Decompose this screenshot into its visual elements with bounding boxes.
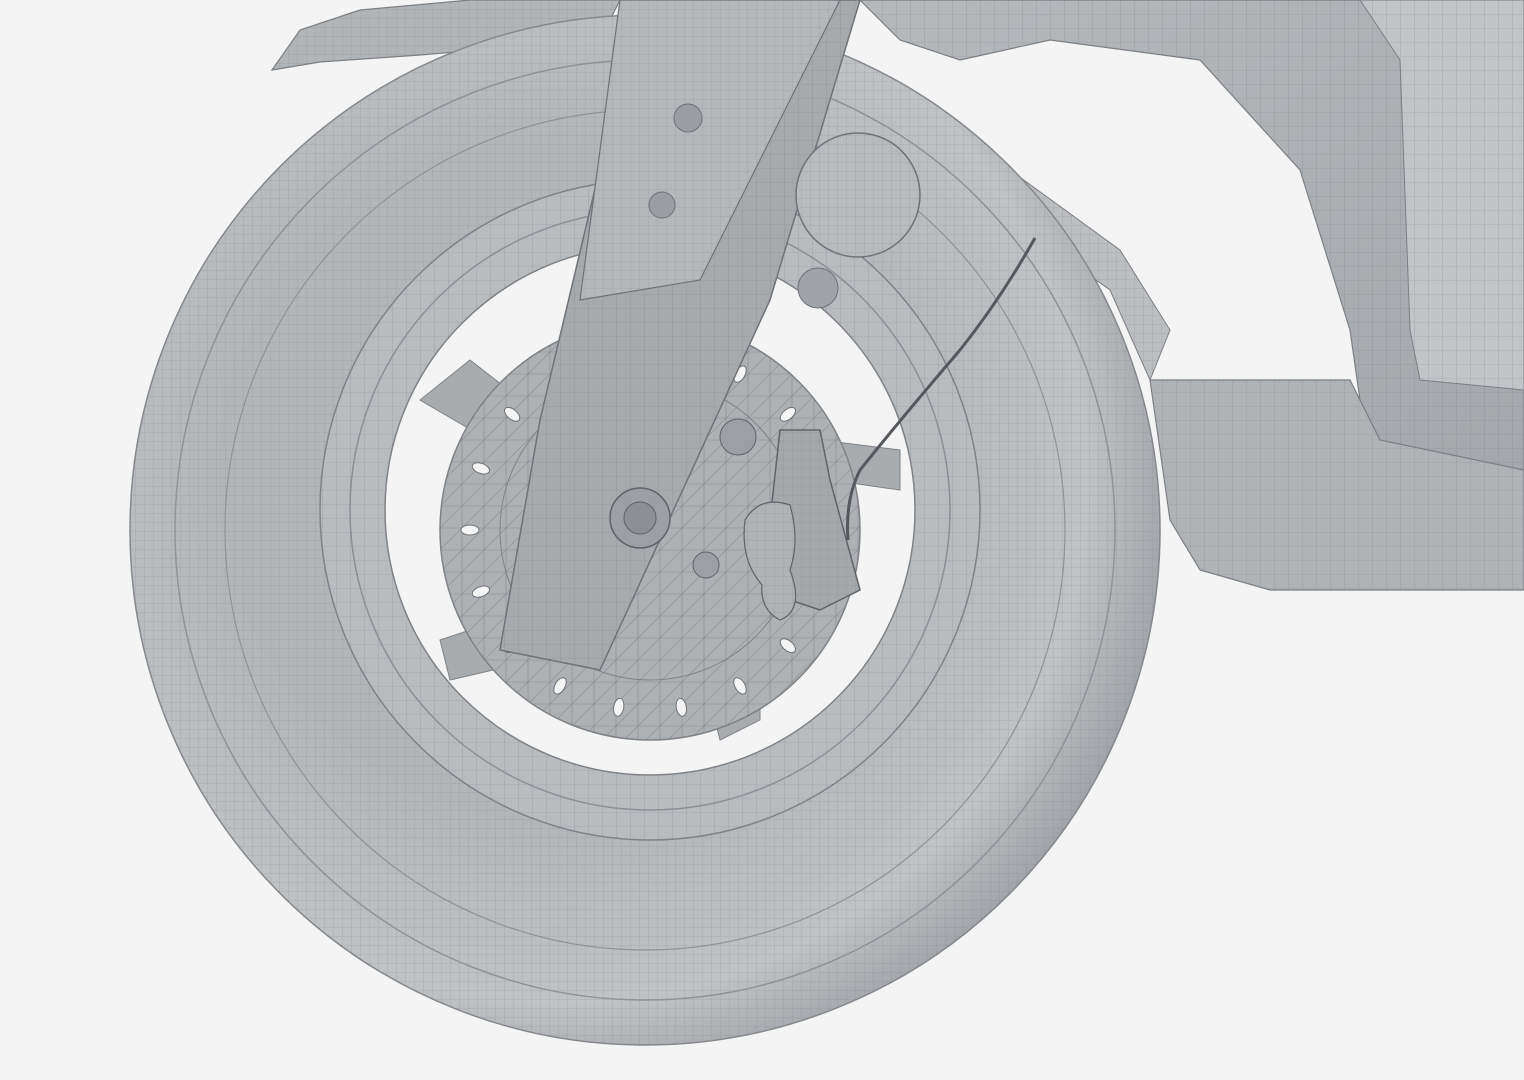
disc-vent-hole — [460, 524, 480, 536]
scooter-wheel-render — [129, 0, 1524, 1046]
render-viewport — [0, 0, 1524, 1080]
